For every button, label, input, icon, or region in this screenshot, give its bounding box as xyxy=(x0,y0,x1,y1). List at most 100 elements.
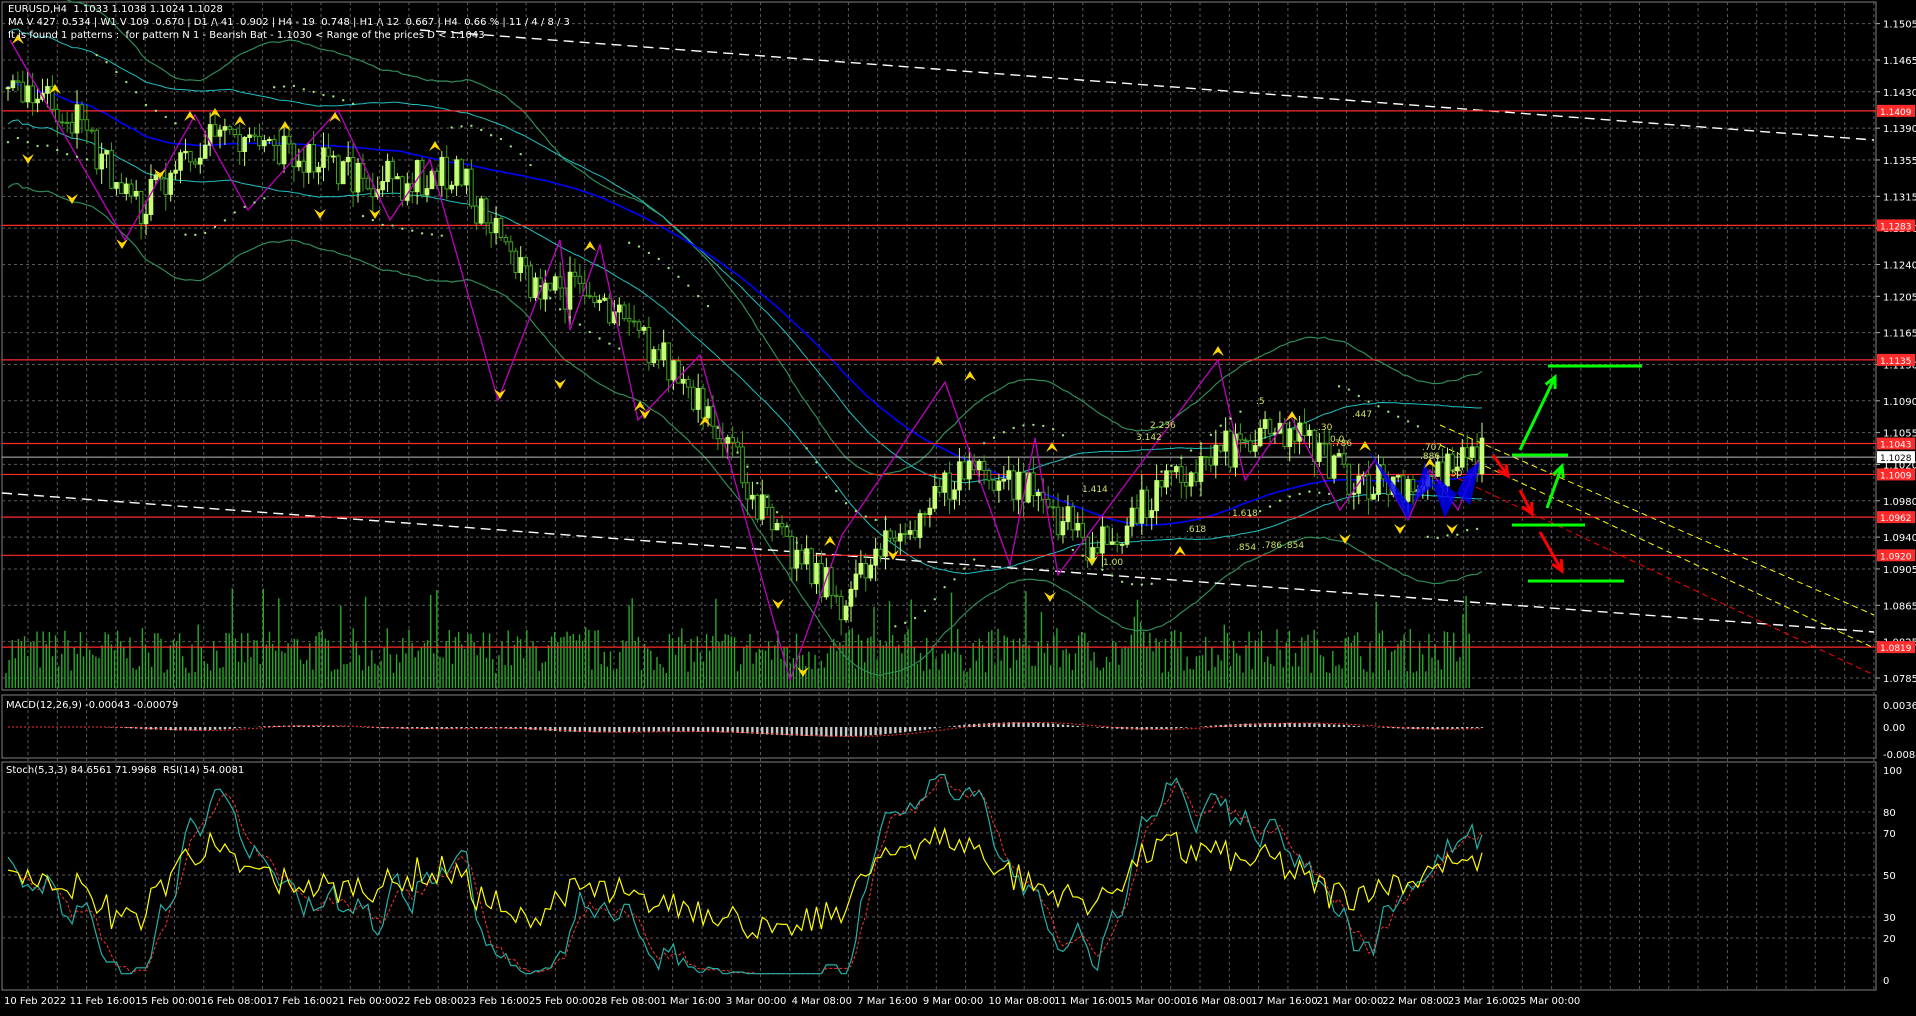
price-tick-label: 1.0865 xyxy=(1883,601,1916,612)
sar-dot xyxy=(1396,415,1400,418)
candle-body xyxy=(163,178,169,195)
forecast-up-arrow xyxy=(1518,376,1557,451)
candle-body xyxy=(1252,445,1258,452)
candle-body xyxy=(1435,461,1440,477)
candle-body xyxy=(355,162,361,193)
sar-dot xyxy=(1258,509,1262,513)
candle-body xyxy=(79,104,85,121)
time-tick-label: 22 Mar 08:00 xyxy=(1382,996,1449,1007)
sar-dot xyxy=(460,125,463,128)
fib-label: .886 xyxy=(1420,452,1440,462)
sar-dot xyxy=(194,233,197,237)
fib-label: .5 xyxy=(1256,397,1265,407)
time-tick-label: 21 Mar 00:00 xyxy=(1317,996,1384,1007)
candle-body xyxy=(661,342,666,361)
sar-dot xyxy=(26,141,29,144)
candle-body xyxy=(508,241,514,252)
candle-body xyxy=(59,121,65,124)
candle-body xyxy=(252,134,257,137)
sar-dot xyxy=(144,103,148,107)
sar-dot xyxy=(1367,400,1370,403)
candle-body xyxy=(464,168,469,186)
sar-dot xyxy=(864,515,867,518)
candle-body xyxy=(1006,470,1012,480)
sar-dot xyxy=(430,233,434,236)
candle-body xyxy=(557,276,563,289)
time-tick-label: 25 Feb 00:00 xyxy=(529,996,595,1007)
candle-body xyxy=(1459,447,1465,468)
chart-canvas[interactable]: 10 Feb 2022 11 Feb 16:00 15 Feb 00:00 16 Fe… xyxy=(0,0,1916,1012)
sar-dot xyxy=(1071,548,1075,552)
candle-body xyxy=(262,140,267,147)
candle-body xyxy=(759,494,765,520)
price-tick-label: 1.1390 xyxy=(1883,124,1916,135)
sar-dot xyxy=(1051,428,1055,431)
candle-body xyxy=(981,460,987,471)
fib-label: 2.236 xyxy=(1150,421,1176,431)
sar-dot xyxy=(805,447,808,450)
sar-dot xyxy=(578,323,582,326)
sar-dot xyxy=(1219,424,1222,427)
sar-dot xyxy=(1091,561,1094,565)
sar-dot xyxy=(736,451,739,454)
candle-body xyxy=(153,174,159,181)
candle-body xyxy=(937,485,943,493)
time-tick-label: 16 Mar 08:00 xyxy=(1185,996,1252,1007)
candle-body xyxy=(695,387,701,410)
candle-body xyxy=(1085,536,1090,561)
macd-label: MACD(12,26,9) -0.00043 -0.00079 xyxy=(6,700,179,711)
candle-body xyxy=(1371,493,1376,500)
macd-tick-label: -0.00844 xyxy=(1883,750,1916,761)
candle-body xyxy=(1312,429,1317,462)
candle-body xyxy=(64,121,70,124)
sar-dot xyxy=(657,257,660,261)
candle-body xyxy=(276,144,282,165)
level-tag-label: 1.1409 xyxy=(1880,108,1912,118)
sar-dot xyxy=(618,347,621,350)
sar-dot xyxy=(904,621,907,625)
candle-body xyxy=(178,152,183,171)
sar-dot xyxy=(775,511,779,514)
fractal-down-arrow xyxy=(1339,534,1351,544)
sar-dot xyxy=(95,53,98,57)
candle-body xyxy=(390,160,395,180)
candle-body xyxy=(143,213,149,225)
fractal-up-arrow xyxy=(1212,346,1224,356)
candle-body xyxy=(385,160,390,183)
sar-dot xyxy=(1111,574,1114,577)
candle-body xyxy=(1238,433,1243,441)
candle-body xyxy=(5,87,11,90)
sar-dot xyxy=(401,227,404,230)
sar-dot xyxy=(134,91,138,94)
level-tag-label: 1.0920 xyxy=(1880,552,1912,562)
sar-dot xyxy=(292,84,296,88)
candle-body xyxy=(809,548,814,585)
candle-body xyxy=(799,549,804,565)
price-tick-label: 1.1430 xyxy=(1883,88,1916,99)
candle-body xyxy=(271,138,277,146)
candle-body xyxy=(478,198,484,224)
candle-body xyxy=(419,160,425,196)
sar-dot xyxy=(598,337,601,340)
candle-body xyxy=(1178,466,1184,483)
time-tick-label: 23 Feb 16:00 xyxy=(463,996,529,1007)
candle-body xyxy=(454,159,459,186)
candle-body xyxy=(104,150,109,155)
sar-dot xyxy=(233,211,236,214)
chart-window[interactable]: 10 Feb 2022 11 Feb 16:00 15 Feb 00:00 16 Fe… xyxy=(0,0,1916,1012)
candle-body xyxy=(331,155,336,158)
sar-dot xyxy=(765,495,769,499)
candle-body xyxy=(735,441,740,448)
fib-label: 1.414 xyxy=(1082,485,1108,495)
level-tag-label: 1.1135 xyxy=(1880,357,1912,367)
sar-dot xyxy=(420,232,424,235)
sar-dot xyxy=(844,502,848,505)
fib-label: .50 xyxy=(1448,469,1463,479)
sar-dot xyxy=(351,102,355,106)
sar-dot xyxy=(6,140,10,144)
candle-body xyxy=(705,406,711,419)
candle-body xyxy=(503,236,509,243)
sar-dot xyxy=(411,229,414,232)
time-tick-label: 11 Feb 16:00 xyxy=(70,996,136,1007)
sar-dot xyxy=(371,218,375,222)
